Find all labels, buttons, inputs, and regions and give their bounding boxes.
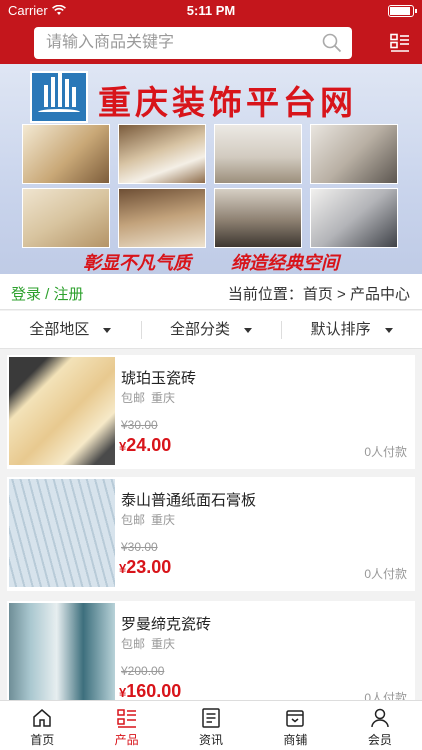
filter-region[interactable]: 全部地区 [0,311,141,348]
product-name: 琥珀玉瓷砖 [121,370,197,387]
price-value: 23.00 [126,557,172,577]
room-photo [22,124,110,184]
price-value: 24.00 [126,435,172,455]
status-bar: Carrier 5:11 PM [0,0,422,22]
login-register-link[interactable]: 登录 / 注册 [11,283,84,304]
product-name: 泰山普通纸面石膏板 [121,492,257,509]
search-box[interactable] [34,27,352,59]
promo-banner[interactable]: 重庆装饰平台网 彰显不凡气质 缔造经典空间 [0,64,422,274]
shipping-label: 包邮 [121,637,146,651]
shipping-label: 包邮 [121,391,146,405]
product-card[interactable]: 罗曼缔克瓷砖 包邮 重庆 ¥200.00 ¥160.00 0人付款 [7,601,415,715]
banner-title: 重庆装饰平台网 [98,83,357,122]
city-label: 重庆 [151,637,176,651]
product-meta: 包邮 重庆 [121,389,175,406]
header [0,22,422,64]
price-value: 160.00 [126,681,182,701]
filter-label: 默认排序 [310,321,371,338]
tab-news[interactable]: 资讯 [169,701,253,750]
filter-sort[interactable]: 默认排序 [281,311,422,348]
product-card[interactable]: 泰山普通纸面石膏板 包邮 重庆 ¥30.00 ¥23.00 0人付款 [7,477,415,591]
sale-price: ¥24.00 [119,435,171,456]
tab-products[interactable]: 产品 [84,701,168,750]
city-label: 重庆 [151,513,176,527]
product-meta: 包邮 重庆 [121,511,175,528]
tab-label: 产品 [114,733,139,747]
list-icon [116,709,136,728]
bottom-tab-bar: 首页 产品 资讯 商铺 会员 [0,700,422,750]
store-icon [286,710,305,727]
filter-label: 全部分类 [170,321,231,338]
search-icon[interactable] [322,33,342,53]
sale-price: ¥23.00 [119,557,171,578]
slogan-right: 缔造经典空间 [231,253,339,274]
breadcrumb: 当前位置：首页 > 产品中心 [227,286,410,303]
room-photo [118,124,206,184]
tab-label: 商铺 [283,733,308,747]
product-image [9,479,115,587]
location-bar: 登录 / 注册 当前位置：首页 > 产品中心 [0,274,422,310]
search-input[interactable] [34,27,304,59]
sales-count: 0人付款 [364,567,407,581]
tab-member[interactable]: 会员 [338,701,422,750]
room-photo [214,188,302,248]
tab-label: 资讯 [199,733,224,747]
tab-label: 首页 [30,733,55,747]
battery-icon [388,5,417,17]
room-photo [310,188,398,248]
shipping-label: 包邮 [121,513,146,527]
product-card[interactable]: 琥珀玉瓷砖 包邮 重庆 ¥30.00 ¥24.00 0人付款 [7,355,415,469]
room-photo [214,124,302,184]
city-label: 重庆 [151,391,176,405]
tab-home[interactable]: 首页 [0,701,84,750]
user-icon [371,708,389,728]
dropdown-arrow-icon [103,327,112,333]
original-price: ¥200.00 [121,664,165,678]
sale-price: ¥160.00 [119,681,181,702]
room-photo [310,124,398,184]
product-image [9,357,115,465]
sales-count: 0人付款 [364,445,407,459]
dropdown-arrow-icon [384,327,393,333]
slogan-left: 彰显不凡气质 [83,253,191,274]
filter-category[interactable]: 全部分类 [140,311,282,348]
room-photo [22,188,110,248]
site-logo [30,71,88,123]
status-time: 5:11 PM [186,3,236,18]
product-meta: 包邮 重庆 [121,635,175,652]
product-name: 罗曼缔克瓷砖 [121,616,212,633]
tab-store[interactable]: 商铺 [253,701,337,750]
home-icon [33,709,51,727]
original-price: ¥30.00 [121,418,158,432]
original-price: ¥30.00 [121,540,158,554]
filter-label: 全部地区 [29,321,90,338]
category-menu-icon[interactable] [390,33,410,53]
tab-label: 会员 [367,733,392,747]
dropdown-arrow-icon [244,327,253,333]
banner-slogan: 彰显不凡气质 缔造经典空间 [0,249,422,274]
filter-bar: 全部地区 全部分类 默认排序 [0,311,422,349]
room-photo [118,188,206,248]
news-icon [202,708,220,728]
product-image [9,603,115,711]
